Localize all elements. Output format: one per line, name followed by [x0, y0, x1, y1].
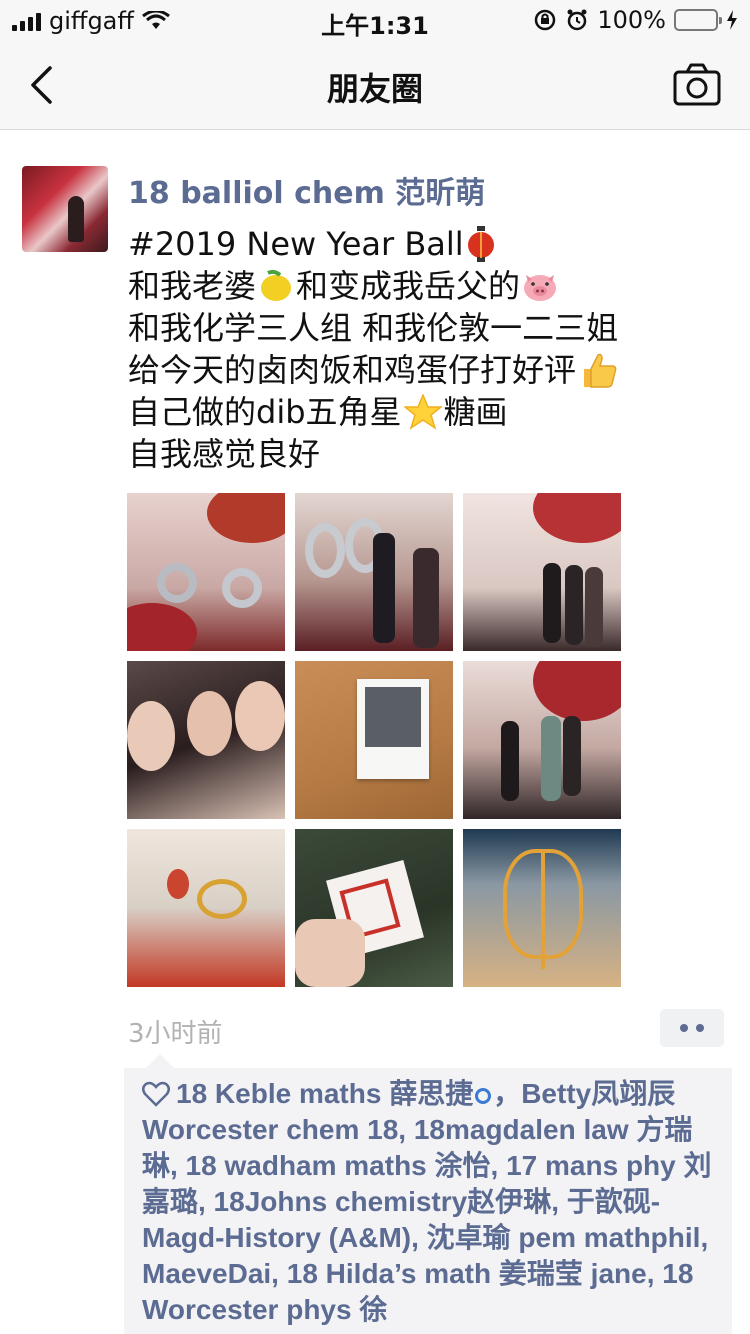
- post-line-text: 自己做的dib五角星: [128, 393, 402, 431]
- post-timestamp: 3小时前: [128, 1019, 223, 1049]
- heart-icon: [142, 1081, 170, 1107]
- more-options-button[interactable]: [660, 1009, 724, 1047]
- dot-icon: [696, 1024, 704, 1032]
- star-icon: [403, 394, 442, 430]
- charging-icon: [727, 10, 737, 30]
- likes-list: 18 Keble maths 薛思捷 ，Betty凤翊辰 Worcester ch…: [142, 1076, 714, 1328]
- photo-thumbnail[interactable]: [463, 493, 621, 651]
- rotation-lock-icon: [535, 9, 556, 31]
- avatar[interactable]: [22, 166, 108, 252]
- lemon-icon: [261, 269, 292, 301]
- status-right: 100%: [533, 6, 738, 34]
- post-line-text: 糖画: [443, 393, 508, 431]
- dot-icon: [680, 1024, 688, 1032]
- pig-face-icon: [524, 275, 557, 301]
- post-line: #2019 New Year Ball: [128, 223, 728, 265]
- alarm-icon: [567, 9, 587, 31]
- photo-thumbnail[interactable]: [127, 493, 285, 651]
- likes-names[interactable]: 18 Keble maths 薛思捷: [176, 1078, 473, 1109]
- photo-thumbnail[interactable]: [463, 829, 621, 987]
- photo-thumbnail[interactable]: [295, 661, 453, 819]
- status-bar: giffgaff 上午1:31 100%: [0, 0, 750, 40]
- post-text: #2019 New Year Ball 和我老婆 和变成我岳父的 和我化学三人组 …: [128, 223, 728, 475]
- battery-icon: [674, 9, 722, 31]
- post-line-text: 和我老婆: [128, 267, 257, 305]
- photo-thumbnail[interactable]: [463, 661, 621, 819]
- post-line: 自我感觉良好: [128, 433, 728, 475]
- post-line-text: 和我化学三人组 和我伦敦一二三姐: [128, 309, 619, 347]
- likes-box: 18 Keble maths 薛思捷 ，Betty凤翊辰 Worcester ch…: [124, 1054, 732, 1334]
- photo-thumbnail[interactable]: [127, 829, 285, 987]
- post-line: 和我老婆 和变成我岳父的: [128, 265, 728, 307]
- post-line-text: 和变成我岳父的: [296, 267, 521, 305]
- circle-icon: [475, 1087, 492, 1104]
- post-line-text: 自我感觉良好: [128, 435, 321, 473]
- post-line-text: #2019 New Year Ball: [128, 225, 464, 263]
- post-line: 和我化学三人组 和我伦敦一二三姐: [128, 307, 728, 349]
- post-line-text: 给今天的卤肉饭和鸡蛋仔打好评: [128, 351, 577, 389]
- battery-percent: 100%: [597, 6, 666, 34]
- post-line: 给今天的卤肉饭和鸡蛋仔打好评: [128, 349, 728, 391]
- likes-names[interactable]: ，Betty凤翊辰 Worcester chem 18, 18magdalen …: [142, 1078, 712, 1325]
- nav-bar: 朋友圈: [0, 40, 750, 130]
- photo-thumbnail[interactable]: [295, 493, 453, 651]
- page-title: 朋友圈: [326, 70, 423, 108]
- post-line: 自己做的dib五角星 糖画: [128, 391, 728, 433]
- photo-thumbnail[interactable]: [295, 829, 453, 987]
- camera-icon[interactable]: [672, 62, 722, 108]
- lantern-icon: [467, 226, 494, 262]
- photo-thumbnail[interactable]: [127, 661, 285, 819]
- post-author[interactable]: 18 balliol chem 范昕萌: [128, 168, 485, 212]
- photo-grid: [127, 493, 627, 987]
- thumbs-up-icon: [584, 353, 617, 388]
- moments-post: 18 balliol chem 范昕萌 #2019 New Year Ball …: [0, 131, 750, 1334]
